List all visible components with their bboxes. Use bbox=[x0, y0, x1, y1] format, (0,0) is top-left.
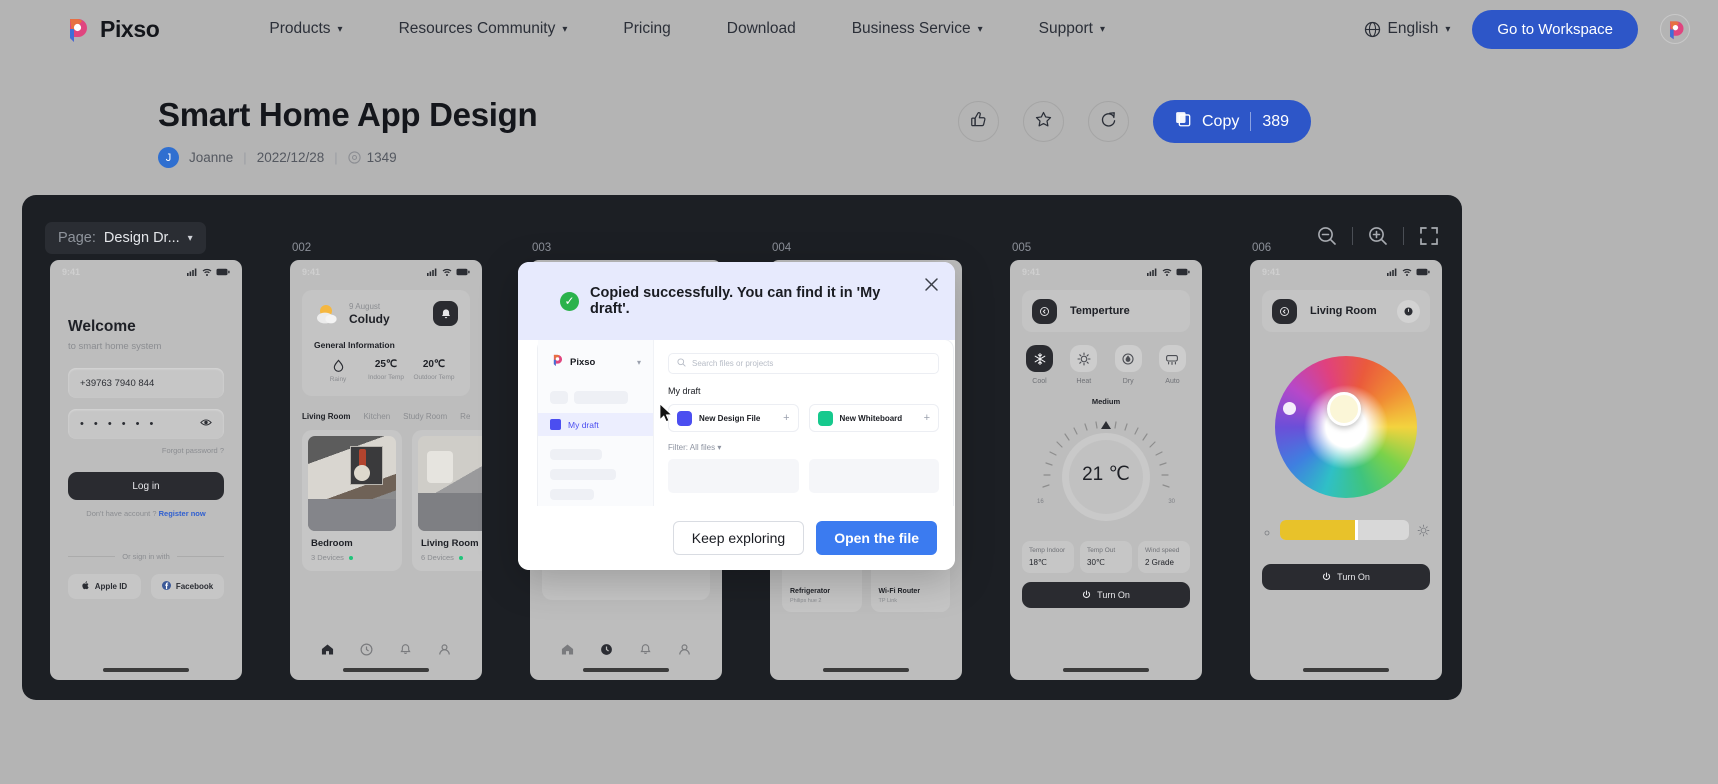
new-whiteboard-card[interactable]: New Whiteboard + bbox=[808, 404, 939, 432]
search-icon bbox=[677, 358, 686, 369]
placeholder-block bbox=[574, 391, 628, 404]
placeholder-block bbox=[550, 469, 616, 480]
placeholder-block bbox=[550, 391, 568, 404]
illustration-sidebar: Pixso ▾ My draft bbox=[538, 340, 654, 506]
card-label: New Design File bbox=[699, 413, 761, 423]
filter-label: Filter: bbox=[668, 443, 688, 452]
page-selector[interactable]: Page: Design Dr... ▾ bbox=[45, 222, 206, 254]
open-the-file-button[interactable]: Open the file bbox=[816, 521, 937, 555]
keep-exploring-button[interactable]: Keep exploring bbox=[672, 521, 805, 555]
fullscreen-icon[interactable] bbox=[1418, 225, 1440, 247]
plus-icon[interactable]: + bbox=[924, 412, 930, 424]
pixso-logo-icon bbox=[550, 353, 564, 372]
file-grid bbox=[668, 459, 939, 493]
illustration-main: Search files or projects My draft New De… bbox=[654, 340, 953, 506]
illustration-logo: Pixso ▾ bbox=[550, 353, 641, 372]
zoom-toolbar bbox=[1316, 225, 1440, 247]
page-selector-value: Design Dr... bbox=[103, 230, 180, 246]
card-label: New Whiteboard bbox=[839, 413, 903, 423]
toolbar-divider bbox=[1403, 227, 1404, 245]
modal-footer: Keep exploring Open the file bbox=[518, 506, 955, 570]
whiteboard-icon bbox=[817, 410, 833, 426]
page-root: Pixso Products ▾ Resources Community ▾ P… bbox=[0, 0, 1718, 784]
sidebar-placeholder-row bbox=[550, 391, 641, 404]
zoom-out-icon[interactable] bbox=[1316, 225, 1338, 247]
copy-success-modal: ✓ Copied successfully. You can find it i… bbox=[518, 262, 955, 570]
cursor-icon bbox=[659, 403, 674, 423]
success-check-icon: ✓ bbox=[560, 291, 579, 311]
filter-control[interactable]: Filter: All files ▾ bbox=[668, 443, 939, 452]
sidebar-item-label: My draft bbox=[568, 419, 599, 430]
chevron-down-icon: ▾ bbox=[717, 443, 722, 452]
file-thumbnail[interactable] bbox=[808, 459, 939, 493]
zoom-in-icon[interactable] bbox=[1367, 225, 1389, 247]
page-selector-label: Page: bbox=[58, 230, 96, 246]
close-icon[interactable] bbox=[922, 275, 941, 294]
chevron-down-icon: ▾ bbox=[636, 358, 641, 367]
section-title: My draft bbox=[668, 386, 701, 396]
create-cards: New Design File + New Whiteboard + bbox=[668, 404, 939, 432]
filter-value: All files bbox=[689, 443, 716, 452]
modal-message: Copied successfully. You can find it in … bbox=[590, 285, 881, 317]
chevron-down-icon: ▾ bbox=[187, 233, 193, 244]
placeholder-block bbox=[550, 449, 602, 460]
sidebar-item-my-draft[interactable]: My draft bbox=[538, 413, 653, 436]
design-file-icon bbox=[677, 410, 692, 426]
placeholder-block bbox=[550, 489, 594, 500]
file-thumbnail[interactable] bbox=[668, 459, 799, 493]
search-input[interactable]: Search files or projects bbox=[668, 353, 939, 374]
workspace-illustration: Pixso ▾ My draft Search files or project… bbox=[538, 340, 953, 506]
toolbar-divider bbox=[1352, 227, 1353, 245]
search-placeholder: Search files or projects bbox=[692, 359, 774, 368]
new-design-file-card[interactable]: New Design File + bbox=[668, 404, 799, 432]
modal-header: ✓ Copied successfully. You can find it i… bbox=[518, 262, 955, 340]
modal-body: Pixso ▾ My draft Search files or project… bbox=[518, 340, 955, 506]
file-icon bbox=[550, 419, 561, 430]
plus-icon[interactable]: + bbox=[783, 412, 789, 424]
illustration-brand: Pixso bbox=[570, 357, 596, 368]
